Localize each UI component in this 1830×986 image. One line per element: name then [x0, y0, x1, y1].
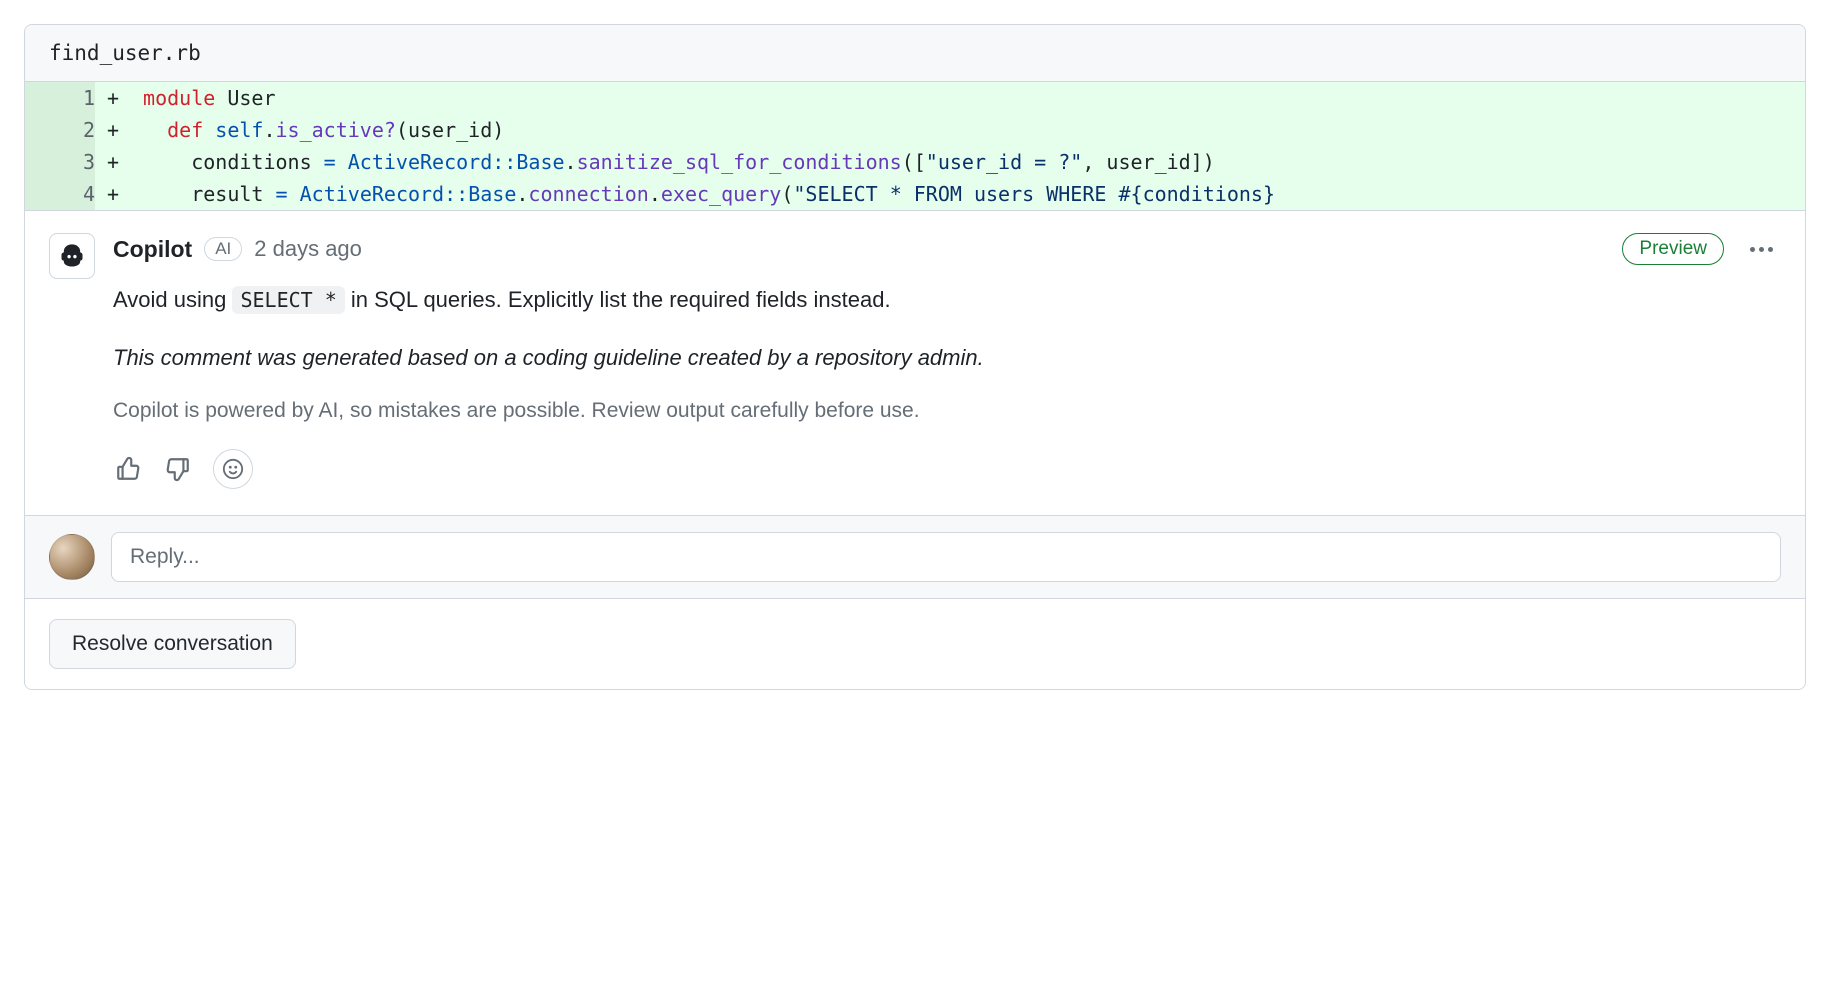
diff-line: 2 + def self.is_active?(user_id) [25, 114, 1805, 146]
code-line: module User [131, 82, 1805, 114]
kebab-menu-icon[interactable] [1742, 239, 1781, 260]
comment-text: Avoid using SELECT * in SQL queries. Exp… [113, 283, 1781, 317]
line-marker: + [95, 146, 131, 178]
author-avatar [49, 233, 95, 515]
preview-badge: Preview [1622, 233, 1724, 265]
line-number: 1 [25, 82, 95, 114]
line-marker: + [95, 82, 131, 114]
author-name[interactable]: Copilot [113, 236, 192, 263]
line-marker: + [95, 114, 131, 146]
comment: Copilot AI 2 days ago Preview Avoid usin… [25, 210, 1805, 689]
reply-section [25, 515, 1805, 598]
ai-disclaimer: Copilot is powered by AI, so mistakes ar… [113, 399, 1781, 423]
ai-badge: AI [204, 237, 242, 261]
diff-table: 1 + module User 2 + def self.is_active?(… [25, 82, 1805, 210]
reply-input[interactable] [111, 532, 1781, 582]
comment-timestamp[interactable]: 2 days ago [254, 236, 362, 262]
code-line: result = ActiveRecord::Base.connection.e… [131, 178, 1805, 210]
copilot-icon [49, 233, 95, 279]
thumbs-up-icon[interactable] [113, 454, 143, 484]
thumbs-down-icon[interactable] [163, 454, 193, 484]
line-number: 3 [25, 146, 95, 178]
file-name: find_user.rb [25, 25, 1805, 82]
code-line: conditions = ActiveRecord::Base.sanitize… [131, 146, 1805, 178]
code-line: def self.is_active?(user_id) [131, 114, 1805, 146]
reaction-bar [113, 449, 1781, 515]
add-reaction-icon[interactable] [213, 449, 253, 489]
user-avatar[interactable] [49, 534, 95, 580]
diff-line: 1 + module User [25, 82, 1805, 114]
review-thread: find_user.rb 1 + module User 2 + def sel… [24, 24, 1806, 690]
inline-code: SELECT * [232, 286, 344, 314]
guideline-note: This comment was generated based on a co… [113, 345, 1781, 371]
resolve-section: Resolve conversation [25, 598, 1805, 689]
line-marker: + [95, 178, 131, 210]
line-number: 4 [25, 178, 95, 210]
diff-line: 4 + result = ActiveRecord::Base.connecti… [25, 178, 1805, 210]
comment-header: Copilot AI 2 days ago Preview [113, 233, 1781, 265]
line-number: 2 [25, 114, 95, 146]
resolve-conversation-button[interactable]: Resolve conversation [49, 619, 296, 669]
diff-line: 3 + conditions = ActiveRecord::Base.sani… [25, 146, 1805, 178]
